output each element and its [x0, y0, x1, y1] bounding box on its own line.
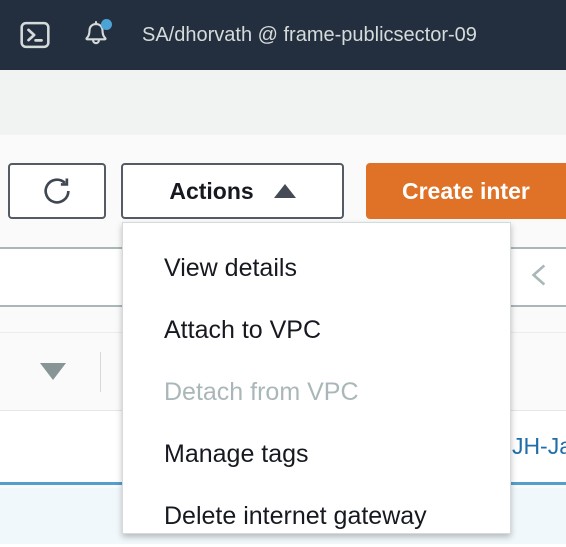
actions-dropdown-menu[interactable]: View details Attach to VPC Detach from V… [122, 222, 511, 534]
menu-item-manage-tags[interactable]: Manage tags [123, 423, 510, 485]
actions-dropdown-button[interactable]: Actions [121, 163, 344, 219]
column-resize-divider[interactable] [100, 352, 101, 392]
table-actions-toolbar: Actions Create inter [0, 163, 566, 225]
sort-descending-caret-icon[interactable] [40, 363, 66, 380]
chevron-left-icon[interactable] [526, 262, 552, 288]
account-label[interactable]: SA/dhorvath @ frame-publicsector-09 [142, 24, 477, 47]
top-navigation-bar: SA/dhorvath @ frame-publicsector-09 [0, 0, 566, 70]
refresh-button[interactable] [8, 163, 106, 219]
cloudshell-button[interactable] [16, 16, 54, 54]
create-button-label: Create inter [402, 177, 530, 204]
menu-item-view-details[interactable]: View details [123, 237, 510, 299]
gateway-name-link[interactable]: JH-Ja [512, 433, 566, 460]
menu-item-delete-internet-gateway[interactable]: Delete internet gateway [123, 485, 510, 547]
caret-up-icon [273, 184, 296, 198]
actions-button-label: Actions [169, 177, 254, 204]
terminal-icon [20, 21, 50, 49]
page-header-band [0, 70, 566, 135]
menu-item-detach-from-vpc: Detach from VPC [164, 377, 359, 406]
create-internet-gateway-button[interactable]: Create inter [366, 163, 566, 219]
notification-badge-dot [101, 19, 112, 30]
notifications-button[interactable] [76, 16, 116, 54]
refresh-icon [44, 178, 70, 204]
menu-item-attach-to-vpc[interactable]: Attach to VPC [123, 299, 510, 361]
